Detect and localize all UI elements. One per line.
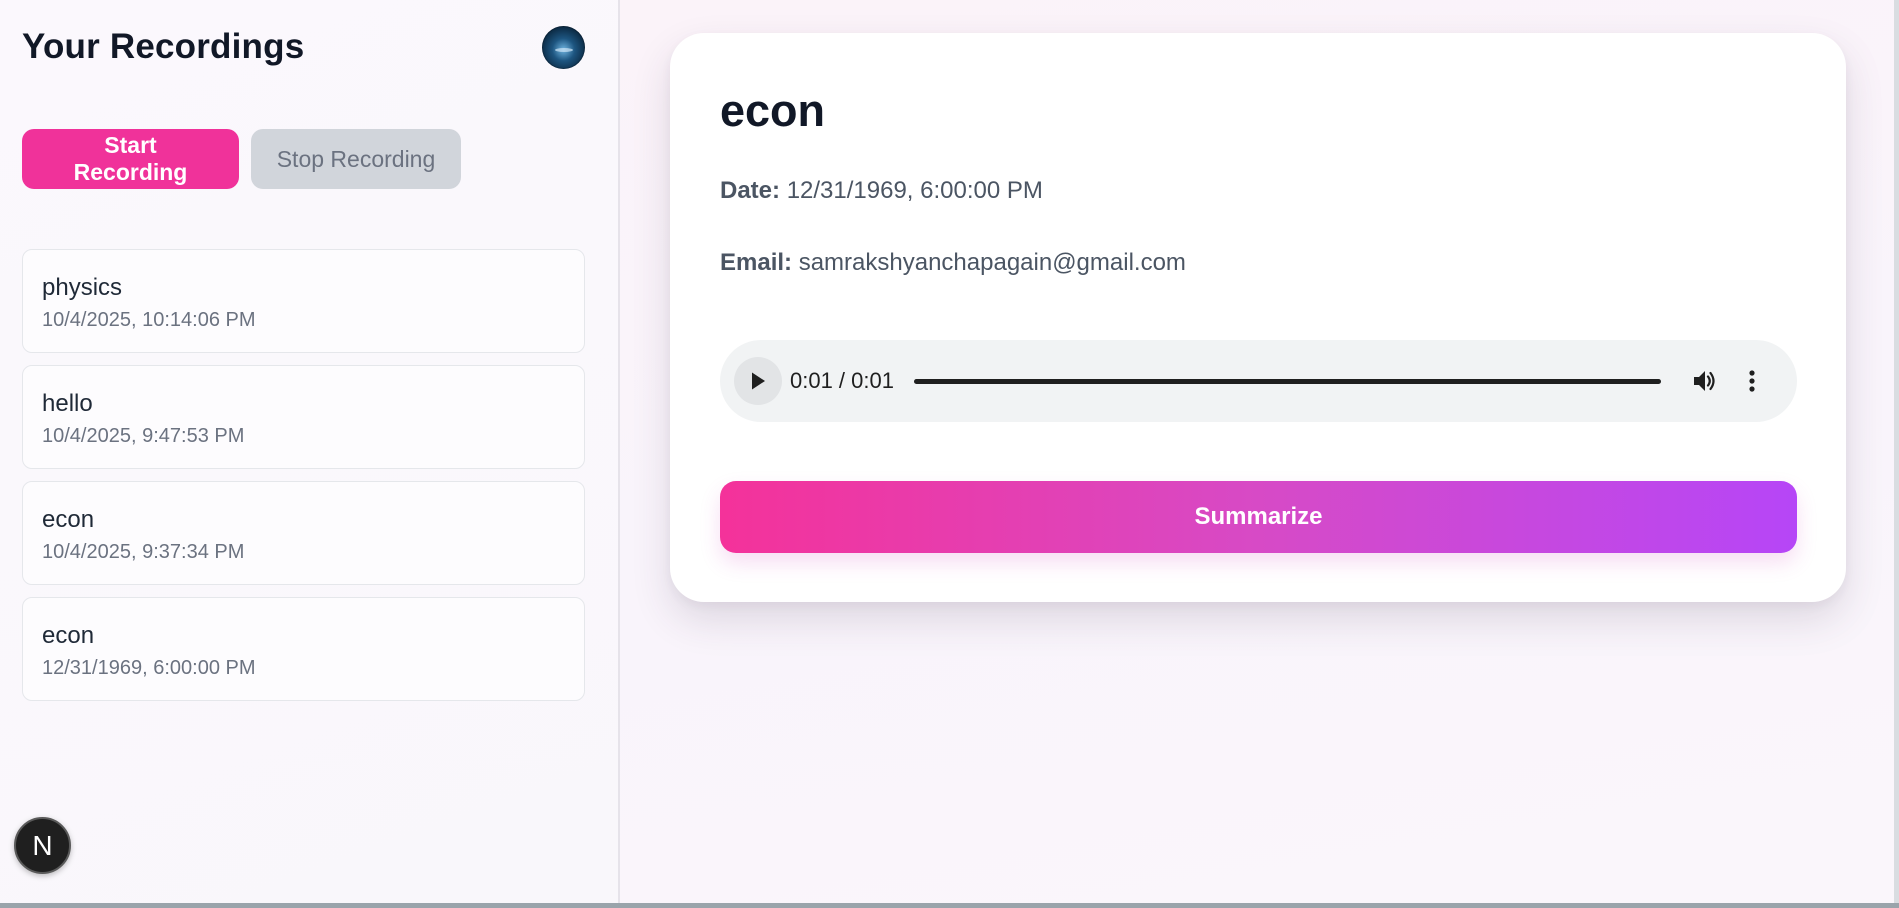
recording-date: 10/4/2025, 9:37:34 PM: [42, 541, 245, 563]
recording-date: 10/4/2025, 10:14:06 PM: [42, 309, 256, 331]
recording-detail-card: econ Date: 12/31/1969, 6:00:00 PM Email:…: [670, 33, 1846, 602]
audio-time: 0:01 / 0:01: [790, 368, 894, 393]
sidebar-title: Your Recordings: [22, 27, 305, 66]
recording-name: econ: [42, 622, 95, 649]
stop-recording-button[interactable]: Stop Recording: [251, 129, 461, 189]
recording-item[interactable]: econ 10/4/2025, 9:37:34 PM: [22, 481, 585, 585]
more-options-button[interactable]: [1735, 364, 1769, 398]
recording-name: physics: [42, 274, 123, 301]
audio-seek-bar[interactable]: [914, 378, 1661, 384]
volume-button[interactable]: [1688, 364, 1722, 398]
recording-date-row: Date: 12/31/1969, 6:00:00 PM: [720, 177, 1043, 205]
email-value: samrakshyanchapagain@gmail.com: [798, 249, 1186, 276]
date-label: Date:: [720, 177, 781, 204]
audio-seek-progress: [914, 378, 1661, 384]
next-js-dev-badge[interactable]: N: [14, 817, 71, 874]
window-edge: [1894, 0, 1899, 903]
recording-item[interactable]: econ 12/31/1969, 6:00:00 PM: [22, 597, 585, 701]
summarize-button[interactable]: Summarize: [720, 481, 1797, 553]
audio-player: 0:01 / 0:01: [720, 340, 1797, 422]
main-panel: econ Date: 12/31/1969, 6:00:00 PM Email:…: [620, 0, 1899, 903]
recording-item[interactable]: physics 10/4/2025, 10:14:06 PM: [22, 249, 585, 353]
sidebar-header: Your Recordings: [22, 22, 585, 72]
recordings-list: physics 10/4/2025, 10:14:06 PM hello 10/…: [22, 249, 585, 713]
recording-controls: Start Recording Stop Recording: [22, 129, 461, 189]
recording-date: 12/31/1969, 6:00:00 PM: [42, 657, 256, 679]
recording-title: econ: [720, 85, 826, 136]
app-window: Your Recordings Start Recording Stop Rec…: [0, 0, 1899, 908]
volume-icon: [1694, 371, 1715, 391]
recording-name: econ: [42, 506, 95, 533]
more-vertical-icon: [1749, 370, 1755, 392]
play-icon: [752, 372, 765, 390]
date-value: 12/31/1969, 6:00:00 PM: [786, 177, 1043, 204]
avatar[interactable]: [542, 25, 585, 69]
recording-item[interactable]: hello 10/4/2025, 9:47:53 PM: [22, 365, 585, 469]
recording-date: 10/4/2025, 9:47:53 PM: [42, 425, 245, 447]
start-recording-button[interactable]: Start Recording: [22, 129, 239, 189]
play-button[interactable]: [734, 357, 782, 405]
email-label: Email:: [720, 249, 793, 276]
recording-email-row: Email: samrakshyanchapagain@gmail.com: [720, 249, 1186, 277]
recording-name: hello: [42, 390, 93, 417]
sidebar: Your Recordings Start Recording Stop Rec…: [0, 0, 620, 903]
